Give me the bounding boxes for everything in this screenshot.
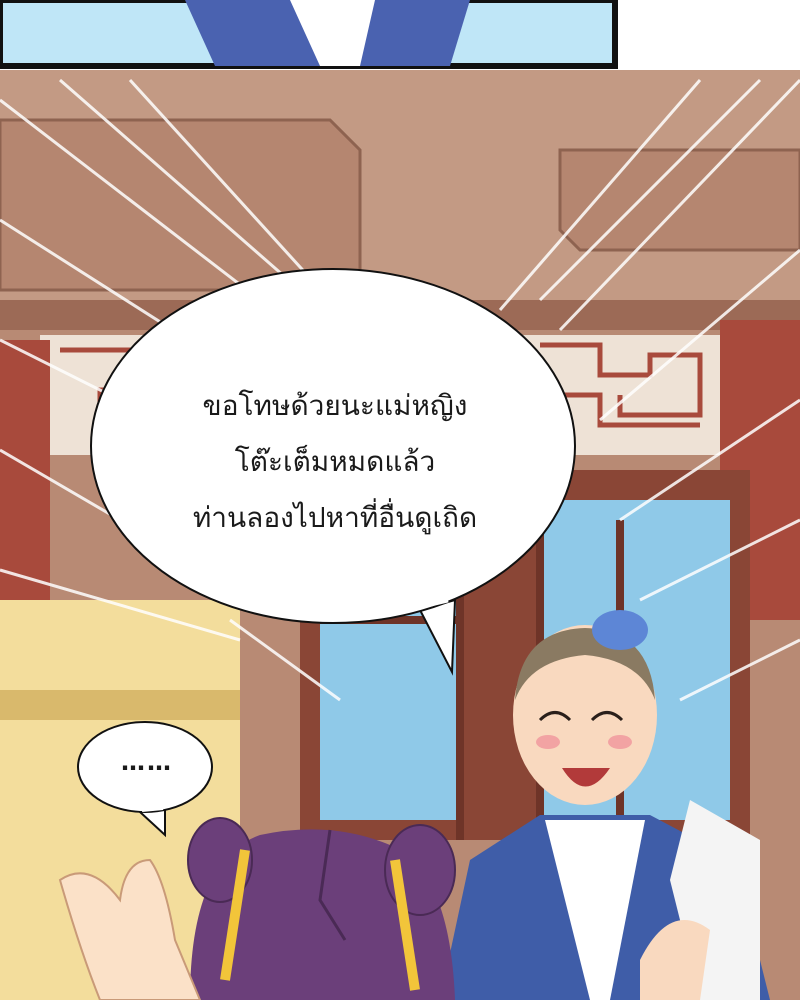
speech-line-3: ท่านลองไปหาที่อื่นดูเถิด	[192, 501, 478, 534]
waiter-topknot	[592, 610, 648, 650]
comic-panel: ขอโทษด้วยนะแม่หญิง โต๊ะเต็มหมดแล้ว ท่านล…	[0, 0, 800, 1000]
table-edge	[0, 690, 240, 720]
wall-panel-left	[0, 118, 362, 292]
small-bubble-text: ……	[121, 748, 173, 776]
small-bubble-tail-joint	[141, 806, 164, 812]
speech-bubble-text: ขอโทษด้วยนะแม่หญิง โต๊ะเต็มหมดแล้ว ท่านล…	[100, 378, 570, 546]
waiter-left-blush	[536, 735, 560, 749]
speech-line-2: โต๊ะเต็มหมดแล้ว	[234, 445, 436, 478]
waiter-right-blush	[608, 735, 632, 749]
speech-line-1: ขอโทษด้วยนะแม่หญิง	[202, 389, 468, 422]
